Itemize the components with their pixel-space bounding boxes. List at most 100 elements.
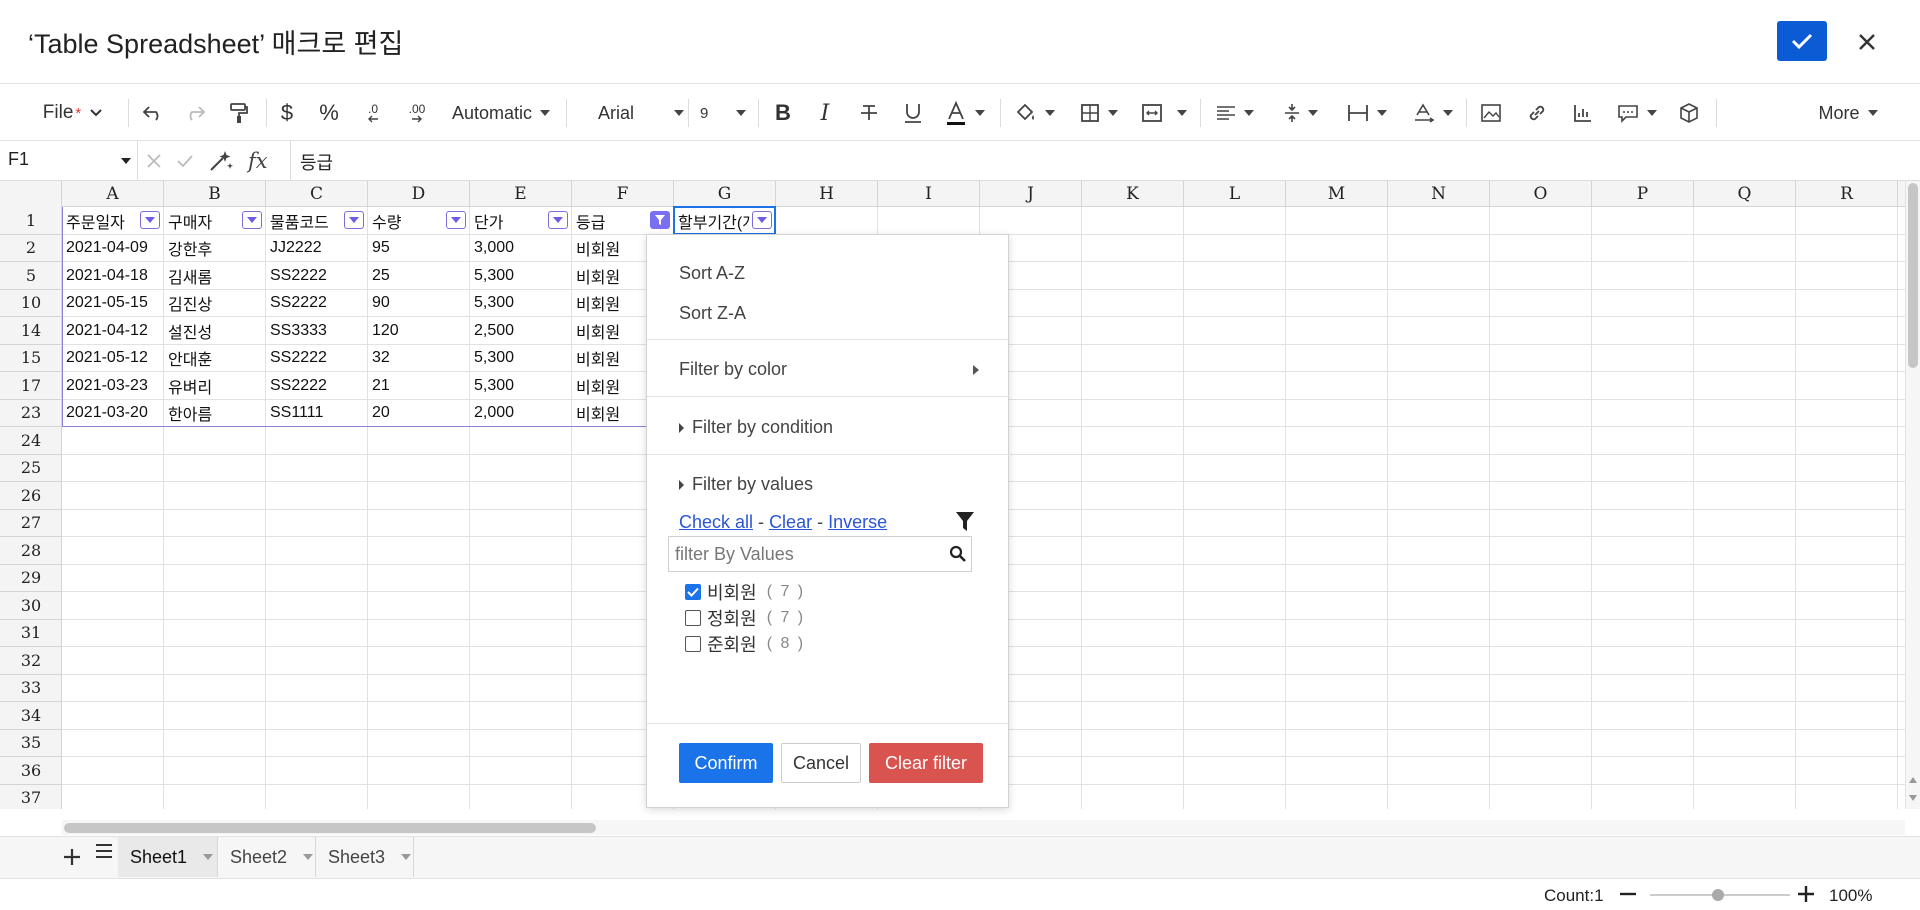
table-cell[interactable]: 설진성 <box>164 317 265 345</box>
clear-link[interactable]: Clear <box>769 512 812 532</box>
row-header-28[interactable]: 28 <box>0 537 62 565</box>
row-header-5[interactable]: 5 <box>0 262 62 290</box>
column-header-e[interactable]: E <box>470 181 572 207</box>
row-header-29[interactable]: 29 <box>0 565 62 592</box>
column-header-q[interactable]: Q <box>1694 181 1796 207</box>
row-header-35[interactable]: 35 <box>0 730 62 757</box>
row-header-1[interactable]: 1 <box>0 207 62 235</box>
zoom-in-button[interactable] <box>1796 879 1816 910</box>
cancel-filter-button[interactable]: Cancel <box>781 743 861 783</box>
table-cell[interactable]: 김진상 <box>164 290 265 318</box>
column-header-a[interactable]: A <box>62 181 164 207</box>
column-header-k[interactable]: K <box>1082 181 1184 207</box>
vertical-align-button[interactable] <box>1276 85 1326 141</box>
header-cell[interactable]: 단가 <box>470 207 546 235</box>
sort-a-z-item[interactable]: Sort A-Z <box>679 263 745 284</box>
row-header-32[interactable]: 32 <box>0 647 62 675</box>
column-header-b[interactable]: B <box>164 181 266 207</box>
row-header-30[interactable]: 30 <box>0 592 62 620</box>
insert-link-button[interactable] <box>1522 85 1552 141</box>
caret-down-icon[interactable] <box>303 854 314 860</box>
table-cell[interactable]: 강한후 <box>164 235 265 263</box>
table-cell[interactable]: 5,300 <box>470 262 571 290</box>
row-header-25[interactable]: 25 <box>0 455 62 482</box>
table-cell[interactable]: 김새롬 <box>164 262 265 290</box>
filter-by-color-item[interactable]: Filter by color <box>679 359 979 380</box>
table-cell[interactable]: 5,300 <box>470 372 571 400</box>
table-cell[interactable]: 25 <box>368 262 469 290</box>
column-header-d[interactable]: D <box>368 181 470 207</box>
row-header-31[interactable]: 31 <box>0 620 62 647</box>
row-header-14[interactable]: 14 <box>0 317 62 345</box>
table-cell[interactable]: SS2222 <box>266 372 367 400</box>
table-cell[interactable]: 2021-03-23 <box>62 372 163 400</box>
filter-value-option[interactable]: 정회원 ( 7 ) <box>685 605 805 631</box>
table-cell[interactable]: SS3333 <box>266 317 367 345</box>
table-cell[interactable]: 21 <box>368 372 469 400</box>
column-filter-button[interactable] <box>752 211 772 229</box>
header-cell[interactable]: 주문일자 <box>62 207 138 235</box>
checkbox-unchecked[interactable] <box>685 610 701 626</box>
filter-by-condition-item[interactable]: Filter by condition <box>679 417 833 438</box>
zoom-out-button[interactable] <box>1618 879 1638 910</box>
row-header-26[interactable]: 26 <box>0 482 62 510</box>
row-header-2[interactable]: 2 <box>0 235 62 262</box>
header-cell[interactable]: 할부기간(개월) <box>674 207 750 235</box>
table-cell[interactable]: SS2222 <box>266 290 367 318</box>
name-box[interactable]: F1 <box>0 141 138 181</box>
column-header-n[interactable]: N <box>1388 181 1490 207</box>
table-cell[interactable]: SS2222 <box>266 262 367 290</box>
vertical-scrollbar[interactable] <box>1905 181 1920 809</box>
column-filter-button[interactable] <box>446 211 466 229</box>
horizontal-scroll-thumb[interactable] <box>64 823 596 833</box>
row-header-36[interactable]: 36 <box>0 757 62 785</box>
filter-value-option[interactable]: 준회원 ( 8 ) <box>685 631 805 657</box>
font-size-select[interactable]: 9 <box>692 85 754 141</box>
table-cell[interactable]: 2021-04-12 <box>62 317 163 345</box>
table-cell[interactable]: 5,300 <box>470 290 571 318</box>
sheet-tab-sheet1[interactable]: Sheet1 <box>118 837 218 877</box>
scroll-up-arrow-icon[interactable] <box>1909 777 1917 783</box>
more-button[interactable]: More <box>1810 85 1886 141</box>
filter-by-values-item[interactable]: Filter by values <box>679 474 813 495</box>
row-header-10[interactable]: 10 <box>0 290 62 317</box>
column-header-o[interactable]: O <box>1490 181 1592 207</box>
table-cell[interactable]: 안대훈 <box>164 345 265 373</box>
header-cell[interactable]: 수량 <box>368 207 444 235</box>
column-filter-button[interactable] <box>548 211 568 229</box>
table-cell[interactable]: 5,300 <box>470 345 571 373</box>
table-cell[interactable]: 20 <box>368 400 469 428</box>
column-header-i[interactable]: I <box>878 181 980 207</box>
inverse-link[interactable]: Inverse <box>828 512 887 532</box>
bold-button[interactable]: B <box>768 85 798 141</box>
checkbox-unchecked[interactable] <box>685 636 701 652</box>
caret-down-icon[interactable] <box>203 854 214 860</box>
select-all-corner[interactable] <box>0 181 62 207</box>
column-filter-button[interactable] <box>344 211 364 229</box>
clear-filter-button[interactable]: Clear filter <box>869 743 983 783</box>
filter-value-option[interactable]: 비회원 ( 7 ) <box>685 579 805 605</box>
save-macro-button[interactable] <box>1777 21 1827 61</box>
sheet-tab-sheet2[interactable]: Sheet2 <box>218 837 316 877</box>
formula-input[interactable]: 등급 <box>300 149 333 175</box>
increase-decimal-button[interactable]: .00 <box>400 85 434 141</box>
zoom-slider-handle[interactable] <box>1712 889 1724 901</box>
italic-button[interactable]: I <box>810 85 840 141</box>
font-family-select[interactable]: Arial <box>580 85 686 141</box>
confirm-edit-icon[interactable] <box>176 153 194 169</box>
header-cell[interactable]: 물품코드 <box>266 207 342 235</box>
row-header-15[interactable]: 15 <box>0 345 62 372</box>
row-header-34[interactable]: 34 <box>0 702 62 730</box>
check-all-link[interactable]: Check all <box>679 512 753 532</box>
strikethrough-button[interactable] <box>854 85 884 141</box>
insert-shape-button[interactable] <box>1674 85 1704 141</box>
checkbox-checked[interactable] <box>685 584 701 600</box>
table-cell[interactable]: 95 <box>368 235 469 263</box>
ai-sparkle-icon[interactable] <box>208 149 234 173</box>
scroll-down-arrow-icon[interactable] <box>1909 795 1917 801</box>
row-header-23[interactable]: 23 <box>0 400 62 427</box>
currency-format-button[interactable]: $ <box>272 85 302 141</box>
percent-format-button[interactable]: % <box>314 85 344 141</box>
table-cell[interactable]: 유벼리 <box>164 372 265 400</box>
row-header-24[interactable]: 24 <box>0 427 62 455</box>
